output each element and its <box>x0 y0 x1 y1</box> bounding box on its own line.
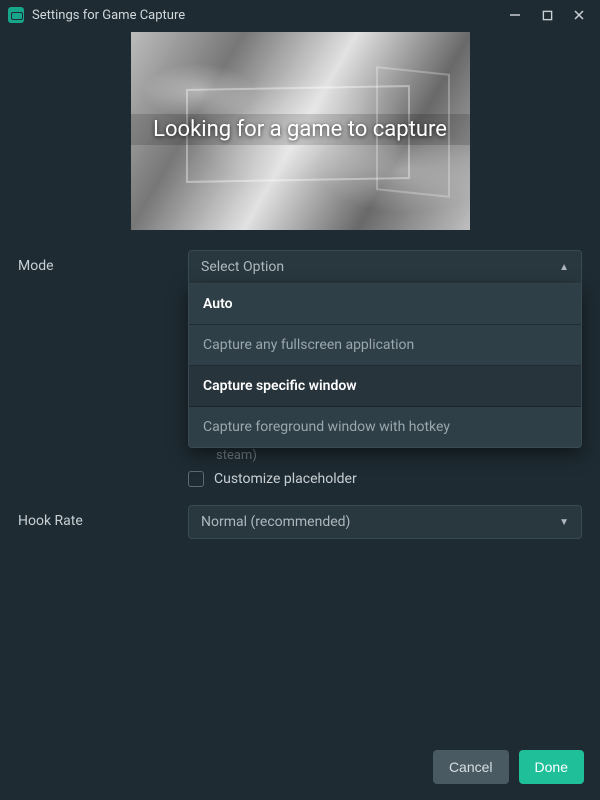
mode-option-specific-window[interactable]: Capture specific window <box>189 366 581 407</box>
customize-placeholder-label: Customize placeholder <box>214 471 357 487</box>
mode-dropdown: Auto Capture any fullscreen application … <box>188 284 582 448</box>
mode-label: Mode <box>18 250 188 274</box>
maximize-icon[interactable] <box>540 8 554 22</box>
window-controls <box>508 8 586 22</box>
mode-option-fullscreen[interactable]: Capture any fullscreen application <box>189 325 581 366</box>
hook-rate-value: Normal (recommended) <box>201 514 350 530</box>
mode-option-foreground-hotkey[interactable]: Capture foreground window with hotkey <box>189 407 581 447</box>
hook-rate-label: Hook Rate <box>18 505 188 529</box>
customize-placeholder-checkbox[interactable] <box>188 471 204 487</box>
mode-select[interactable]: Select Option ▲ <box>188 250 582 284</box>
capture-preview: Looking for a game to capture <box>131 32 470 230</box>
hook-rate-select[interactable]: Normal (recommended) ▼ <box>188 505 582 539</box>
obscured-text-line: steam) <box>18 448 582 463</box>
close-icon[interactable] <box>572 8 586 22</box>
app-icon <box>8 7 24 23</box>
dialog-footer: Cancel Done <box>433 750 584 784</box>
minimize-icon[interactable] <box>508 8 522 22</box>
preview-overlay-text: Looking for a game to capture <box>131 114 470 145</box>
mode-select-placeholder: Select Option <box>201 259 284 275</box>
cancel-button[interactable]: Cancel <box>433 750 509 784</box>
done-button[interactable]: Done <box>519 750 584 784</box>
window-title: Settings for Game Capture <box>32 8 508 23</box>
chevron-up-icon: ▲ <box>559 262 569 273</box>
mode-option-auto[interactable]: Auto <box>189 284 581 325</box>
titlebar: Settings for Game Capture <box>0 0 600 30</box>
chevron-down-icon: ▼ <box>559 517 569 528</box>
